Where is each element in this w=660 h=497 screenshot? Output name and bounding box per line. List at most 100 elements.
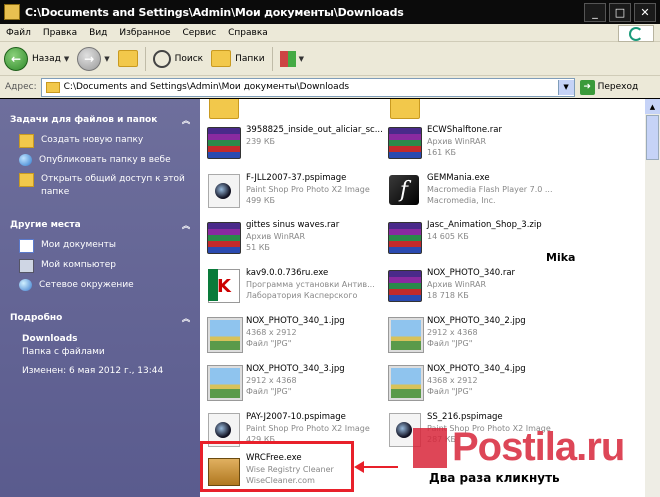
jpg-icon — [205, 363, 243, 401]
chevron-down-icon[interactable]: ▼ — [104, 55, 109, 63]
collapse-icon[interactable]: ︽ — [182, 115, 190, 126]
address-bar: Адрес: C:\Documents and Settings\Admin\М… — [0, 76, 660, 98]
file-text: gittes sinus waves.rar Архив WinRAR 51 КБ — [246, 219, 339, 253]
window-controls: _ □ ✕ — [584, 3, 656, 22]
watermark-text: Postila.ru — [452, 425, 625, 469]
details-type: Папка с файлами — [22, 347, 105, 357]
chevron-down-icon[interactable]: ▼ — [557, 79, 574, 95]
toolbar-separator — [271, 46, 273, 71]
folder-up-icon — [117, 50, 138, 67]
file-item[interactable]: NOX_PHOTO_340_3.jpg 2912 x 4368 Файл "JPG" — [205, 363, 385, 411]
go-label: Переход — [597, 82, 639, 92]
file-item[interactable]: F-JLL2007-37.pspimage Paint Shop Pro Phot… — [205, 172, 385, 220]
menu-edit[interactable]: Правка — [37, 28, 83, 38]
file-name: NOX_PHOTO_340_3.jpg — [246, 364, 345, 374]
title-bar: C:\Documents and Settings\Admin\Мои доку… — [0, 0, 660, 24]
scroll-thumb[interactable] — [646, 115, 659, 160]
views-button[interactable]: ▼ — [276, 45, 308, 73]
network-icon — [19, 279, 32, 291]
file-size: 239 КБ — [246, 137, 275, 146]
menu-help[interactable]: Справка — [222, 28, 274, 38]
task-label: Открыть общий доступ к этой папке — [41, 174, 185, 197]
place-my-documents[interactable]: Мои документы — [19, 236, 190, 256]
file-item[interactable]: 3958825_inside_out_aliciar_sc... 239 КБ — [205, 124, 385, 172]
file-text: NOX_PHOTO_340_4.jpg 4368 x 2912 Файл "JPG" — [427, 363, 526, 397]
file-item[interactable]: NOX_PHOTO_340_2.jpg 2912 x 4368 Файл "JPG" — [386, 315, 566, 363]
file-name: NOX_PHOTO_340_1.jpg — [246, 316, 345, 326]
file-item[interactable]: NOX_PHOTO_340_4.jpg 4368 x 2912 Файл "JPG" — [386, 363, 566, 411]
file-text: NOX_PHOTO_340_3.jpg 2912 x 4368 Файл "JPG" — [246, 363, 345, 397]
file-item[interactable]: NOX_PHOTO_340_1.jpg 4368 x 2912 Файл "JPG" — [205, 315, 385, 363]
file-item[interactable]: Kkav9.0.0.736ru.exe Программа установки А… — [205, 267, 385, 315]
back-button[interactable]: ← Назад ▼ — [0, 45, 73, 73]
go-button[interactable]: ➜ Переход — [579, 79, 639, 95]
file-text: NOX_PHOTO_340_1.jpg 4368 x 2912 Файл "JPG" — [246, 315, 345, 349]
file-type: 4368 x 2912 — [246, 328, 297, 337]
close-button[interactable]: ✕ — [634, 3, 656, 22]
places-panel-header[interactable]: Другие места ︽ — [10, 214, 190, 236]
place-my-computer[interactable]: Мой компьютер — [19, 256, 190, 276]
place-label: Мой компьютер — [41, 260, 116, 270]
file-item[interactable]: ECWShalftone.rar Архив WinRAR 161 КБ — [386, 124, 566, 172]
back-arrow-icon: ← — [4, 46, 28, 71]
watermark-logo — [413, 427, 447, 468]
menu-favorites[interactable]: Избранное — [113, 28, 176, 38]
file-size: 51 КБ — [246, 243, 270, 252]
address-label: Адрес: — [5, 82, 37, 92]
file-name: Jasc_Animation_Shop_3.zip — [427, 220, 542, 230]
folders-button[interactable]: Папки — [207, 45, 268, 73]
file-name: PAY-J2007-10.pspimage — [246, 412, 346, 422]
file-type: 2912 x 4368 — [246, 376, 297, 385]
menu-file[interactable]: Файл — [0, 28, 37, 38]
up-button[interactable] — [114, 45, 142, 73]
collapse-icon[interactable]: ︽ — [182, 313, 190, 324]
place-network[interactable]: Сетевое окружение — [19, 276, 190, 295]
file-size: Файл "JPG" — [427, 387, 473, 396]
file-item[interactable]: NOX_PHOTO_340.rar Архив WinRAR 18 718 КБ — [386, 267, 566, 315]
file-name: SS_216.pspimage — [427, 412, 503, 422]
signature-text: Mika — [546, 251, 576, 264]
file-name: NOX_PHOTO_340_2.jpg — [427, 316, 526, 326]
windows-logo-icon — [618, 25, 654, 42]
new-folder-icon — [19, 134, 34, 148]
file-size: Файл "JPG" — [246, 387, 292, 396]
highlight-box — [200, 441, 354, 492]
maximize-button[interactable]: □ — [609, 3, 631, 22]
web-publish-icon — [19, 154, 32, 166]
task-new-folder[interactable]: Создать новую папку — [19, 131, 190, 151]
file-type: Paint Shop Pro Photo X2 Image — [246, 185, 370, 194]
file-size: 18 718 КБ — [427, 291, 469, 300]
task-share-folder[interactable]: Открыть общий доступ к этой папке — [19, 170, 190, 202]
chevron-down-icon[interactable]: ▼ — [299, 55, 304, 63]
chevron-down-icon[interactable]: ▼ — [64, 55, 69, 63]
details-panel-header[interactable]: Подробно ︽ — [10, 307, 190, 329]
task-label: Опубликовать папку в вебе — [39, 155, 171, 165]
tasks-panel-header[interactable]: Задачи для файлов и папок ︽ — [10, 109, 190, 131]
kav-icon: K — [205, 267, 241, 303]
forward-arrow-icon: → — [77, 46, 102, 71]
file-name: F-JLL2007-37.pspimage — [246, 173, 347, 183]
file-size: Файл "JPG" — [246, 339, 292, 348]
my-documents-icon — [19, 239, 34, 253]
rar-icon — [386, 124, 422, 160]
file-item[interactable]: f GEMMania.exe Macromedia Flash Player 7.0… — [386, 172, 566, 220]
forward-button[interactable]: → ▼ — [73, 45, 113, 73]
file-item[interactable]: gittes sinus waves.rar Архив WinRAR 51 КБ — [205, 219, 385, 267]
place-label: Сетевое окружение — [39, 280, 134, 290]
details-modified: Изменен: 6 мая 2012 г., 13:44 — [22, 366, 164, 376]
file-type: Архив WinRAR — [427, 137, 487, 146]
minimize-button[interactable]: _ — [584, 3, 606, 22]
address-field[interactable]: C:\Documents and Settings\Admin\Мои доку… — [40, 77, 575, 97]
search-button[interactable]: Поиск — [149, 45, 208, 73]
menu-view[interactable]: Вид — [83, 28, 113, 38]
psp-icon — [205, 172, 241, 208]
folders-icon — [211, 50, 232, 67]
folder-icon — [386, 99, 422, 123]
file-item[interactable]: Jasc_Animation_Shop_3.zip 14 605 КБ — [386, 219, 566, 267]
menu-tools[interactable]: Сервис — [177, 28, 223, 38]
task-publish-web[interactable]: Опубликовать папку в вебе — [19, 151, 190, 170]
vertical-scrollbar[interactable]: ▲ — [645, 99, 660, 497]
collapse-icon[interactable]: ︽ — [182, 220, 190, 231]
scroll-up-button[interactable]: ▲ — [645, 99, 660, 114]
task-pane: Задачи для файлов и папок ︽ Создать нову… — [0, 99, 200, 497]
